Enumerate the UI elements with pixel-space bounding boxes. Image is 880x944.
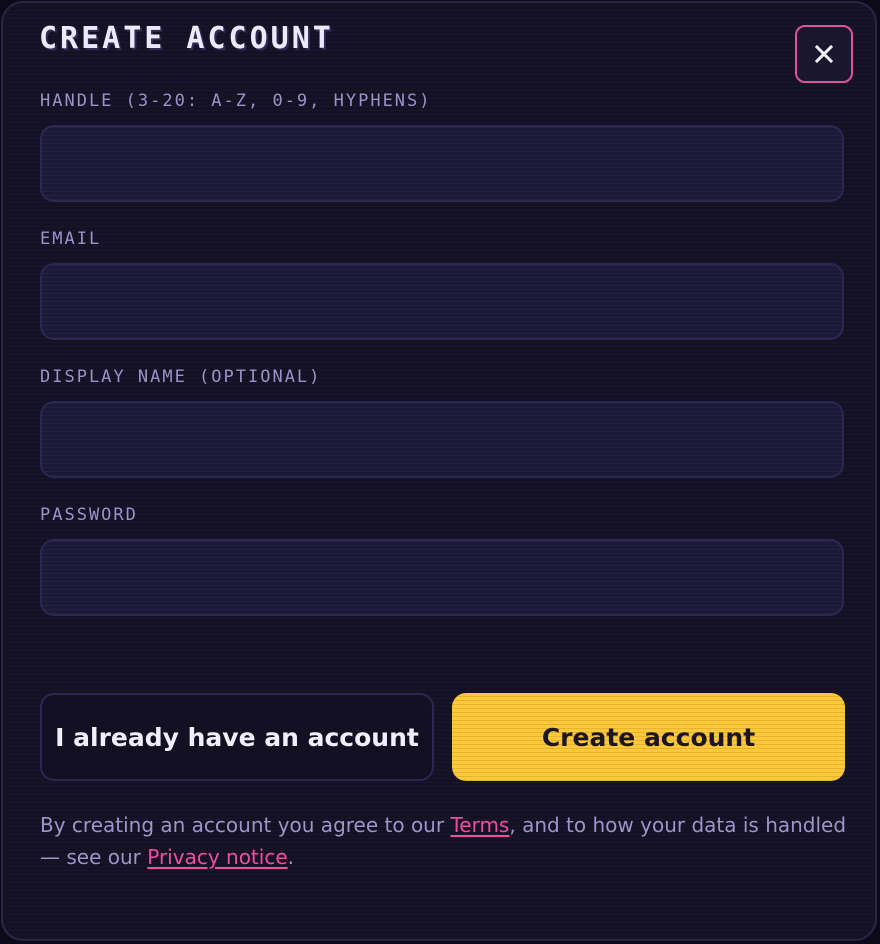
- handle-input[interactable]: [40, 125, 844, 202]
- handle-label: HANDLE (3-20: A-Z, 0-9, HYPHENS): [40, 91, 432, 111]
- email-input[interactable]: [40, 263, 844, 340]
- email-label: EMAIL: [40, 229, 102, 249]
- legal-suffix: .: [287, 845, 294, 869]
- legal-prefix: By creating an account you agree to our: [40, 813, 451, 837]
- close-icon: [814, 44, 834, 64]
- close-button[interactable]: [795, 25, 853, 83]
- terms-link[interactable]: Terms: [450, 813, 509, 837]
- display-name-input[interactable]: [40, 401, 844, 478]
- create-account-dialog: CREATE ACCOUNT HANDLE (3-20: A-Z, 0-9, H…: [1, 1, 877, 941]
- privacy-notice-link[interactable]: Privacy notice: [147, 845, 287, 869]
- create-account-button[interactable]: Create account: [452, 693, 845, 781]
- existing-account-button[interactable]: I already have an account: [40, 693, 434, 781]
- dialog-title: CREATE ACCOUNT: [39, 21, 334, 56]
- password-input[interactable]: [40, 539, 844, 616]
- display-name-label: DISPLAY NAME (OPTIONAL): [40, 367, 322, 387]
- password-label: PASSWORD: [40, 505, 138, 525]
- legal-notice: By creating an account you agree to our …: [40, 809, 850, 873]
